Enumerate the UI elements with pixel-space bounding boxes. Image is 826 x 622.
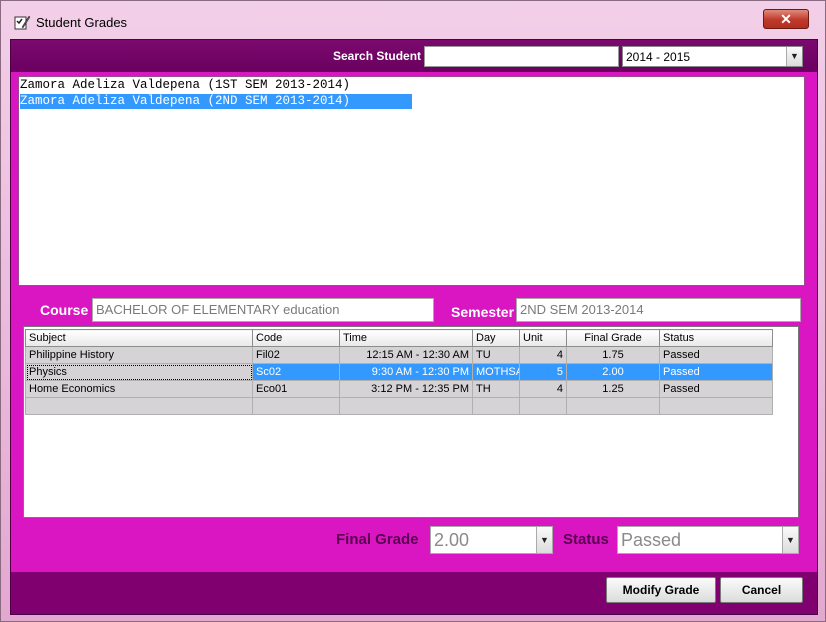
cell-status bbox=[659, 397, 773, 415]
column-header-status[interactable]: Status bbox=[659, 329, 773, 347]
cancel-button[interactable]: Cancel bbox=[720, 577, 803, 603]
cell-final-grade: 2.00 bbox=[566, 363, 660, 381]
course-label: Course bbox=[40, 302, 89, 318]
cell-time: 12:15 AM - 12:30 AM bbox=[339, 346, 473, 364]
column-header-time[interactable]: Time bbox=[339, 329, 473, 347]
cell-unit: 4 bbox=[519, 346, 567, 364]
school-year-select[interactable]: 2014 - 2015 ▼ bbox=[622, 46, 803, 67]
chevron-down-icon[interactable]: ▼ bbox=[536, 527, 552, 553]
cell-time: 3:12 PM - 12:35 PM bbox=[339, 380, 473, 398]
cell-unit: 5 bbox=[519, 363, 567, 381]
table-row[interactable]: Philippine History Fil02 12:15 AM - 12:3… bbox=[25, 346, 773, 364]
cell-day: MOTHSA bbox=[472, 363, 520, 381]
search-student-input[interactable] bbox=[424, 46, 619, 67]
cell-day: TU bbox=[472, 346, 520, 364]
column-header-day[interactable]: Day bbox=[472, 329, 520, 347]
grade-detail-panel: Course BACHELOR OF ELEMENTARY education … bbox=[11, 292, 817, 572]
student-list-frame: Zamora Adeliza Valdepena (1ST SEM 2013-2… bbox=[11, 72, 817, 292]
cell-code bbox=[252, 397, 340, 415]
course-field[interactable]: BACHELOR OF ELEMENTARY education bbox=[92, 298, 434, 322]
cell-day: TH bbox=[472, 380, 520, 398]
window-title: Student Grades bbox=[36, 15, 128, 30]
table-row[interactable]: Home Economics Eco01 3:12 PM - 12:35 PM … bbox=[25, 380, 773, 398]
cell-subject: Home Economics bbox=[25, 380, 253, 398]
student-list[interactable]: Zamora Adeliza Valdepena (1ST SEM 2013-2… bbox=[18, 76, 805, 286]
dialog-body: Search Student 2014 - 2015 ▼ Zamora Adel… bbox=[10, 39, 818, 615]
cell-subject: Physics bbox=[25, 363, 253, 381]
table-row-selected[interactable]: Physics Sc02 9:30 AM - 12:30 PM MOTHSA 5… bbox=[25, 363, 773, 381]
column-header-final-grade[interactable]: Final Grade bbox=[566, 329, 660, 347]
status-value: Passed bbox=[621, 530, 682, 550]
school-year-value: 2014 - 2015 bbox=[626, 50, 691, 64]
cell-unit: 4 bbox=[519, 380, 567, 398]
cell-status: Passed bbox=[659, 363, 773, 381]
final-grade-label: Final Grade bbox=[336, 531, 419, 548]
column-header-unit[interactable]: Unit bbox=[519, 329, 567, 347]
chevron-down-icon[interactable]: ▼ bbox=[782, 527, 798, 553]
cell-code: Sc02 bbox=[252, 363, 340, 381]
close-button[interactable]: ✕ bbox=[763, 9, 809, 29]
cell-time bbox=[339, 397, 473, 415]
cell-subject: Philippine History bbox=[25, 346, 253, 364]
table-row-empty[interactable] bbox=[25, 397, 773, 415]
grades-table-frame: Subject Code Time Day Unit Final Grade S… bbox=[23, 326, 799, 518]
search-bar: Search Student 2014 - 2015 ▼ bbox=[11, 40, 817, 72]
modify-grade-button[interactable]: Modify Grade bbox=[606, 577, 716, 603]
cell-code: Eco01 bbox=[252, 380, 340, 398]
chevron-down-icon[interactable]: ▼ bbox=[786, 47, 802, 66]
cell-final-grade bbox=[566, 397, 660, 415]
cell-unit bbox=[519, 397, 567, 415]
final-grade-value: 2.00 bbox=[434, 530, 470, 550]
cell-code: Fil02 bbox=[252, 346, 340, 364]
status-label: Status bbox=[563, 531, 609, 548]
column-header-subject[interactable]: Subject bbox=[25, 329, 253, 347]
column-header-code[interactable]: Code bbox=[252, 329, 340, 347]
cell-time: 9:30 AM - 12:30 PM bbox=[339, 363, 473, 381]
cell-final-grade: 1.75 bbox=[566, 346, 660, 364]
final-grade-select[interactable]: 2.00 ▼ bbox=[430, 526, 553, 554]
checklist-pencil-icon bbox=[13, 13, 31, 31]
title-bar[interactable]: Student Grades ✕ bbox=[1, 1, 826, 41]
semester-field[interactable]: 2ND SEM 2013-2014 bbox=[516, 298, 801, 322]
cell-day bbox=[472, 397, 520, 415]
student-list-item[interactable]: Zamora Adeliza Valdepena (1ST SEM 2013-2… bbox=[20, 78, 350, 93]
semester-label: Semester bbox=[451, 304, 515, 320]
table-header-row: Subject Code Time Day Unit Final Grade S… bbox=[25, 329, 773, 347]
grades-table: Subject Code Time Day Unit Final Grade S… bbox=[25, 329, 773, 415]
cell-subject bbox=[25, 397, 253, 415]
student-list-item-selected[interactable]: Zamora Adeliza Valdepena (2ND SEM 2013-2… bbox=[20, 94, 412, 109]
cell-final-grade: 1.25 bbox=[566, 380, 660, 398]
cell-status: Passed bbox=[659, 380, 773, 398]
status-select[interactable]: Passed ▼ bbox=[617, 526, 799, 554]
close-icon: ✕ bbox=[780, 11, 792, 27]
student-grades-window: Student Grades ✕ Search Student 2014 - 2… bbox=[0, 0, 826, 622]
search-student-label: Search Student bbox=[333, 49, 422, 63]
cell-status: Passed bbox=[659, 346, 773, 364]
